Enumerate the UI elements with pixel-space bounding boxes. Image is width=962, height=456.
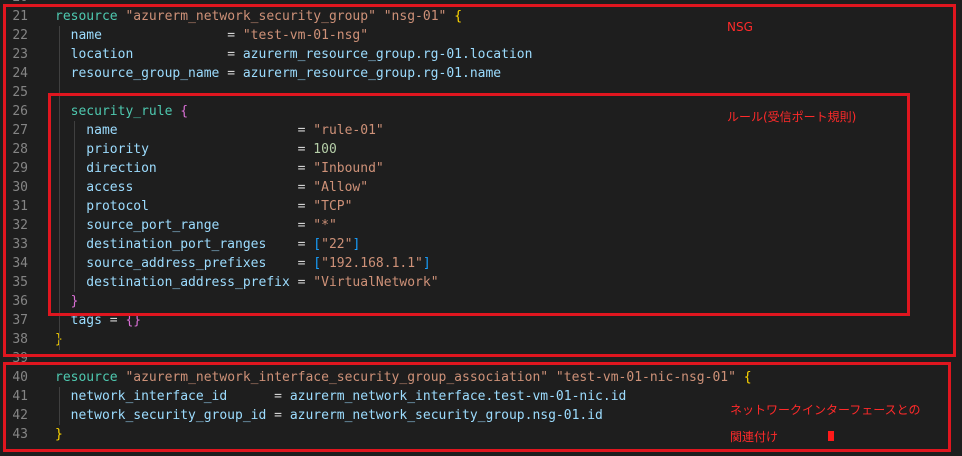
association-annotation-label-line2: 関連付け (730, 430, 779, 444)
association-annotation-label-line1: ネットワークインターフェースとの (730, 403, 921, 417)
security-rule-annotation-label: ルール(受信ポート規則) (727, 110, 857, 124)
text-cursor-marker (828, 431, 834, 441)
nsg-annotation-label: NSG (727, 20, 753, 34)
security-rule-highlight-box (48, 93, 910, 316)
